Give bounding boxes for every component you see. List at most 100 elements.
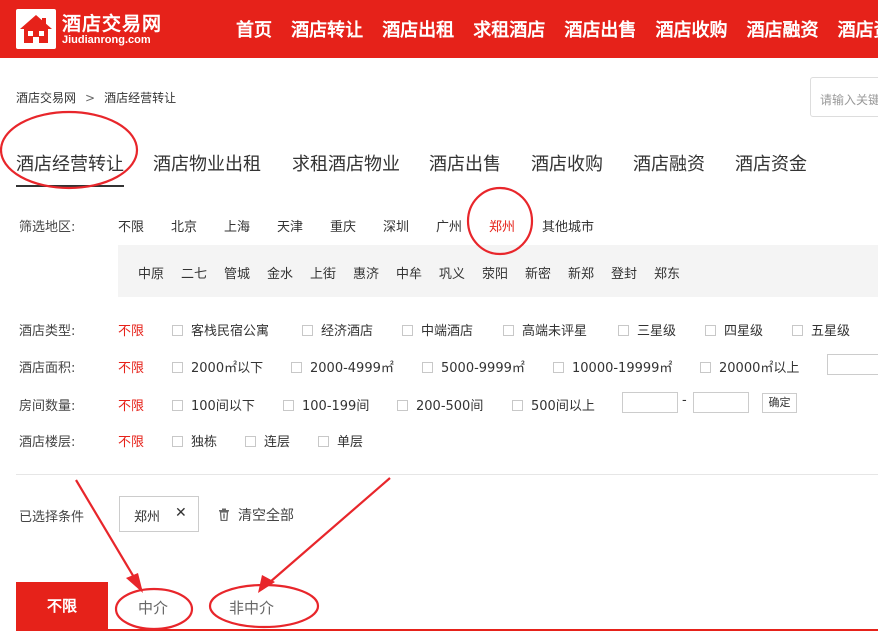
nav-hotel-rent[interactable]: 酒店出租 [382, 20, 454, 41]
hotel-type-upscale[interactable]: 高端未评星 [503, 320, 587, 339]
region-other[interactable]: 其他城市 [542, 216, 594, 235]
rooms-100-199[interactable]: 100-199间 [283, 395, 369, 414]
area-min-input[interactable] [827, 354, 878, 375]
checkbox[interactable] [422, 362, 433, 373]
floors-multi[interactable]: 连层 [245, 431, 290, 450]
checkbox[interactable] [172, 325, 183, 336]
district-zhongyuan[interactable]: 中原 [138, 263, 164, 282]
nav-hotel-fund[interactable]: 酒店资金 [838, 20, 878, 41]
checkbox[interactable] [700, 362, 711, 373]
area-10000-19999[interactable]: 10000-19999㎡ [553, 357, 672, 376]
hotel-type-3star[interactable]: 三星级 [618, 320, 676, 339]
nav-hotel-sale[interactable]: 酒店出售 [564, 20, 636, 41]
checkbox[interactable] [291, 362, 302, 373]
district-erqi[interactable]: 二七 [181, 263, 207, 282]
breadcrumb-separator: > [85, 91, 96, 105]
district-xinzheng[interactable]: 新郑 [568, 263, 594, 282]
region-chongqing[interactable]: 重庆 [330, 216, 356, 235]
district-zhongmou[interactable]: 中牟 [396, 263, 422, 282]
checkbox[interactable] [553, 362, 564, 373]
district-guancheng[interactable]: 管城 [224, 263, 250, 282]
rooms-200-500[interactable]: 200-500间 [397, 395, 483, 414]
checkbox[interactable] [397, 400, 408, 411]
region-beijing[interactable]: 北京 [171, 216, 197, 235]
rooms-min-input[interactable] [622, 392, 678, 413]
tab-agent[interactable]: 中介 [138, 597, 168, 618]
checkbox[interactable] [705, 325, 716, 336]
tab-any-agent[interactable]: 不限 [16, 582, 108, 630]
annotation-arrow-shaft-right [261, 477, 391, 590]
option-label: 高端未评星 [522, 324, 588, 339]
hotel-type-any[interactable]: 不限 [118, 320, 144, 339]
area-under-2000[interactable]: 2000㎡以下 [172, 357, 263, 376]
rooms-max-input[interactable] [693, 392, 749, 413]
selected-tag[interactable]: 郑州 ✕ [119, 496, 199, 532]
district-zhengdong[interactable]: 郑东 [654, 263, 680, 282]
district-jinshui[interactable]: 金水 [267, 263, 293, 282]
area-2000-4999[interactable]: 2000-4999㎡ [291, 357, 394, 376]
confirm-button[interactable]: 确定 [762, 393, 797, 413]
district-xinmi[interactable]: 新密 [525, 263, 551, 282]
checkbox[interactable] [283, 400, 294, 411]
checkbox[interactable] [402, 325, 413, 336]
hotel-type-inn[interactable]: 客栈民宿公寓 [172, 320, 269, 339]
tab-property-rent[interactable]: 酒店物业出租 [153, 150, 261, 176]
region-zhengzhou[interactable]: 郑州 [489, 216, 515, 235]
district-huiji[interactable]: 惠济 [353, 263, 379, 282]
checkbox[interactable] [503, 325, 514, 336]
checkbox[interactable] [302, 325, 313, 336]
tab-hotel-fund[interactable]: 酒店资金 [735, 150, 807, 176]
region-shenzhen[interactable]: 深圳 [383, 216, 409, 235]
tab-hotel-sale[interactable]: 酒店出售 [429, 150, 501, 176]
breadcrumb-home[interactable]: 酒店交易网 [16, 91, 76, 105]
district-xingyang[interactable]: 荥阳 [482, 263, 508, 282]
area-any[interactable]: 不限 [118, 357, 144, 376]
option-label: 2000㎡以下 [191, 361, 264, 376]
tab-seek-property[interactable]: 求租酒店物业 [292, 150, 400, 176]
logo-icon[interactable] [16, 9, 56, 49]
logo-text[interactable]: 酒店交易网 [62, 9, 162, 36]
tab-business-transfer[interactable]: 酒店经营转让 [16, 150, 124, 187]
floors-any[interactable]: 不限 [118, 431, 144, 450]
nav-hotel-finance[interactable]: 酒店融资 [747, 20, 819, 41]
region-guangzhou[interactable]: 广州 [436, 216, 462, 235]
nav-hotel-transfer[interactable]: 酒店转让 [291, 20, 363, 41]
area-over-20000[interactable]: 20000㎡以上 [700, 357, 799, 376]
checkbox[interactable] [172, 400, 183, 411]
checkbox[interactable] [618, 325, 629, 336]
checkbox[interactable] [172, 362, 183, 373]
checkbox[interactable] [318, 436, 329, 447]
tab-hotel-finance[interactable]: 酒店融资 [633, 150, 705, 176]
rooms-any[interactable]: 不限 [118, 395, 144, 414]
region-shanghai[interactable]: 上海 [224, 216, 250, 235]
rooms-over-500[interactable]: 500间以上 [512, 395, 595, 414]
floors-single[interactable]: 单层 [318, 431, 363, 450]
annotation-arrowhead-left [126, 573, 143, 593]
rooms-under-100[interactable]: 100间以下 [172, 395, 255, 414]
hotel-type-midscale[interactable]: 中端酒店 [402, 320, 473, 339]
region-tianjin[interactable]: 天津 [277, 216, 303, 235]
district-dengfeng[interactable]: 登封 [611, 263, 637, 282]
search-input[interactable]: 请输入关键 [810, 77, 878, 117]
region-any[interactable]: 不限 [118, 216, 144, 235]
district-shangjie[interactable]: 上街 [310, 263, 336, 282]
hotel-type-5star[interactable]: 五星级 [792, 320, 850, 339]
close-icon[interactable]: ✕ [175, 505, 187, 521]
area-5000-9999[interactable]: 5000-9999㎡ [422, 357, 525, 376]
checkbox[interactable] [792, 325, 803, 336]
hotel-type-economy[interactable]: 经济酒店 [302, 320, 373, 339]
nav-hotel-acquire[interactable]: 酒店收购 [655, 20, 727, 41]
tab-hotel-acquire[interactable]: 酒店收购 [531, 150, 603, 176]
nav-home[interactable]: 首页 [236, 20, 272, 41]
nav-seek-rent[interactable]: 求租酒店 [473, 20, 545, 41]
floors-standalone[interactable]: 独栋 [172, 431, 217, 450]
checkbox[interactable] [172, 436, 183, 447]
checkbox[interactable] [512, 400, 523, 411]
bottom-tab-underline [16, 629, 878, 631]
clear-all-button[interactable]: 清空全部 [218, 505, 294, 525]
district-gongyi[interactable]: 巩义 [439, 263, 465, 282]
hotel-type-4star[interactable]: 四星级 [705, 320, 763, 339]
breadcrumb-current[interactable]: 酒店经营转让 [104, 91, 176, 105]
checkbox[interactable] [245, 436, 256, 447]
tab-non-agent[interactable]: 非中介 [229, 597, 274, 618]
